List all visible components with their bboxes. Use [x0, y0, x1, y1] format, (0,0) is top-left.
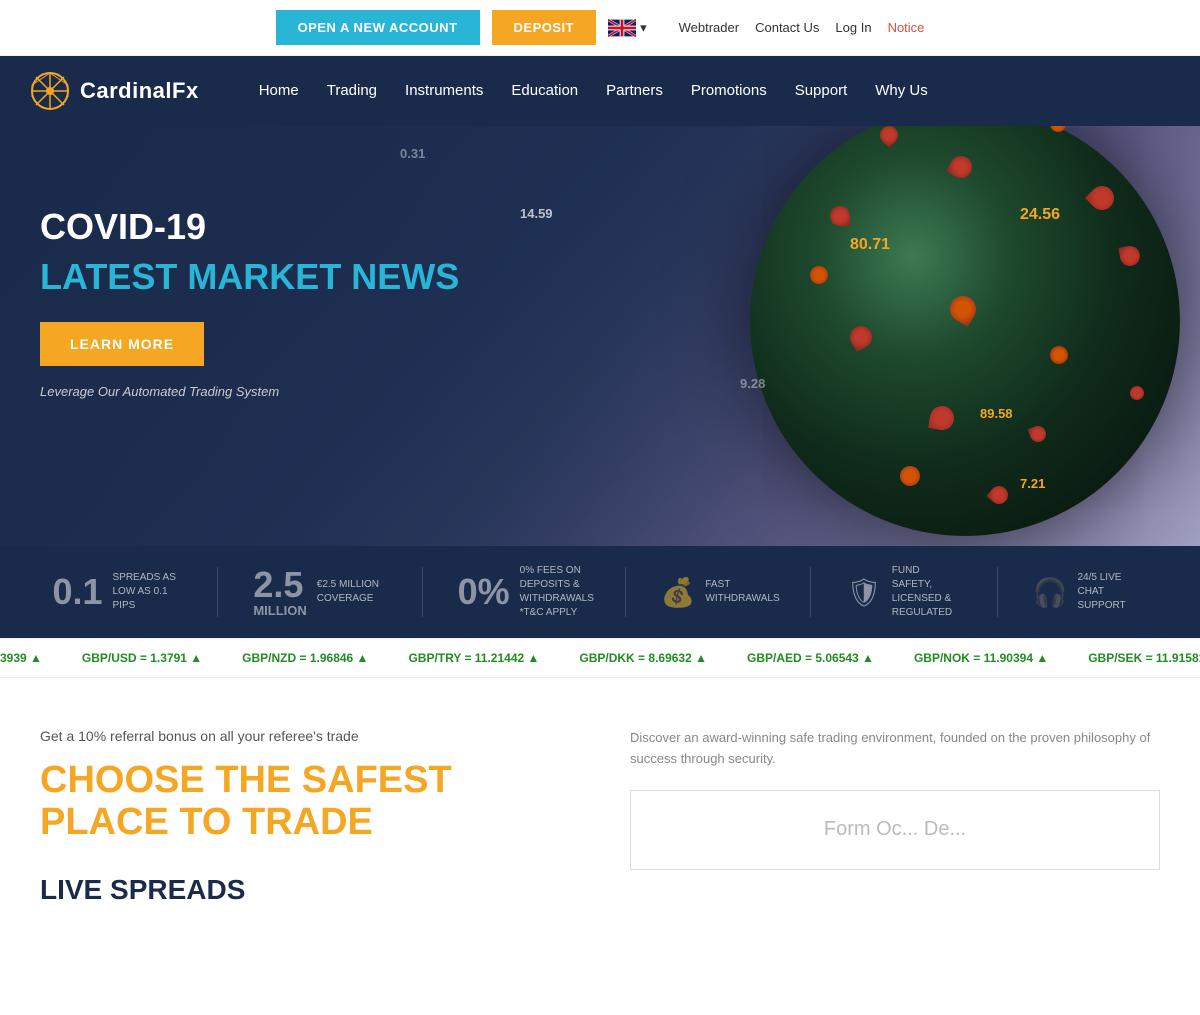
float-num-3: 80.71 — [850, 236, 890, 254]
dropdown-arrow: ▾ — [640, 20, 647, 36]
stat-divider-3 — [625, 567, 626, 617]
hero-globe-container — [620, 126, 1200, 546]
globe-sphere — [750, 126, 1180, 536]
stat-number-spreads: 0.1 — [52, 574, 102, 610]
float-num-4: 24.56 — [1020, 206, 1060, 224]
form-placeholder-text: Form Oc... De... — [824, 818, 966, 841]
stat-number-fees: 0% — [458, 574, 510, 610]
notice-link[interactable]: Notice — [888, 20, 925, 35]
spike — [945, 291, 981, 327]
logo[interactable]: CardinalFx — [30, 71, 199, 111]
form-placeholder: Form Oc... De... — [630, 790, 1160, 870]
spike — [807, 263, 830, 286]
fast-withdrawals-icon: 💰 — [661, 576, 696, 609]
shield-icon: 🛡 — [846, 576, 882, 609]
spike — [1028, 424, 1049, 445]
stat-chat: 🎧 24/5 LIVE CHAT SUPPORT — [1033, 571, 1148, 613]
ticker-gbpaed: GBP/AED = 5.06543 ▲ — [747, 651, 874, 665]
stat-spreads: 0.1 SPREADS AS LOW AS 0.1 PIPS — [52, 571, 182, 613]
deposit-button[interactable]: DEPOSIT — [492, 10, 597, 45]
stat-fund-safety: 🛡 FUND SAFETY, LICENSED & REGULATED — [846, 564, 962, 620]
stat-fees: 0% 0% FEES ON DEPOSITS & WITHDRAWALS *T&… — [458, 564, 590, 620]
stat-divider-5 — [997, 567, 998, 617]
spike — [876, 126, 901, 148]
contact-link[interactable]: Contact Us — [755, 20, 819, 35]
spike — [846, 322, 876, 352]
main-left: Get a 10% referral bonus on all your ref… — [40, 728, 570, 906]
navbar: CardinalFx Home Trading Instruments Educ… — [0, 56, 1200, 126]
ticker-gbpusd: GBP/USD = 1.3791 ▲ — [82, 651, 202, 665]
nav-why-us[interactable]: Why Us — [875, 77, 928, 104]
spike — [830, 206, 850, 226]
ticker-gbpnzd: GBP/NZD = 1.96846 ▲ — [242, 651, 368, 665]
ticker: 3939 ▲ GBP/USD = 1.3791 ▲ GBP/NZD = 1.96… — [0, 638, 1200, 678]
nav-trading[interactable]: Trading — [327, 77, 377, 104]
spike — [1047, 126, 1069, 135]
spike — [1118, 244, 1141, 267]
float-num-2: 14.59 — [520, 206, 553, 221]
float-num-5: 9.28 — [740, 376, 765, 391]
ticker-gbptry: GBP/TRY = 11.21442 ▲ — [408, 651, 539, 665]
choose-title-line1: CHOOSE THE SAFEST — [40, 760, 570, 802]
live-spreads-title: LIVE SPREADS — [40, 874, 570, 906]
ticker-gbpnok: GBP/NOK = 11.90394 ▲ — [914, 651, 1048, 665]
float-num-1: 0.31 — [400, 146, 425, 161]
stat-text-withdrawals: FAST WITHDRAWALS — [705, 578, 775, 606]
discover-text: Discover an award-winning safe trading e… — [630, 728, 1160, 770]
nav-links: Home Trading Instruments Education Partn… — [259, 82, 928, 100]
stat-divider-4 — [810, 567, 811, 617]
headset-icon: 🎧 — [1033, 576, 1068, 609]
referral-text: Get a 10% referral bonus on all your ref… — [40, 728, 570, 744]
spike — [1085, 181, 1119, 215]
ticker-prefix: 3939 ▲ — [0, 651, 42, 665]
main-content: Get a 10% referral bonus on all your ref… — [0, 678, 1200, 936]
stat-text-fund-safety: FUND SAFETY, LICENSED & REGULATED — [892, 564, 962, 620]
stat-text-million: €2.5 MILLION COVERAGE — [317, 578, 387, 606]
learn-more-button[interactable]: LEARN MORE — [40, 322, 204, 366]
open-account-button[interactable]: OPEN A NEW ACCOUNT — [276, 10, 480, 45]
ticker-inner: 3939 ▲ GBP/USD = 1.3791 ▲ GBP/NZD = 1.96… — [0, 651, 1200, 665]
stat-text-chat: 24/5 LIVE CHAT SUPPORT — [1077, 571, 1147, 613]
nav-partners[interactable]: Partners — [606, 77, 663, 104]
choose-title-line2: PLACE TO TRADE — [40, 802, 570, 844]
stat-text-fees: 0% FEES ON DEPOSITS & WITHDRAWALS *T&C A… — [520, 564, 590, 620]
logo-icon — [30, 71, 70, 111]
top-bar: OPEN A NEW ACCOUNT DEPOSIT ▾ Webtrader C… — [0, 0, 1200, 56]
choose-title: CHOOSE THE SAFEST PLACE TO TRADE — [40, 760, 570, 844]
float-num-7: 7.21 — [1020, 476, 1045, 491]
nav-education[interactable]: Education — [511, 77, 578, 104]
logo-text: CardinalFx — [80, 78, 199, 104]
stats-bar: 0.1 SPREADS AS LOW AS 0.1 PIPS 2.5 MILLI… — [0, 546, 1200, 638]
stat-number-million: 2.5 MILLION — [253, 567, 306, 618]
hero-content: COVID-19 LATEST MARKET NEWS LEARN MORE L… — [40, 206, 459, 399]
nav-home[interactable]: Home — [259, 77, 299, 104]
stat-divider-1 — [217, 567, 218, 617]
ticker-gbpsek: GBP/SEK = 11.91581 ▲ — [1088, 651, 1200, 665]
stat-withdrawals: 💰 FAST WITHDRAWALS — [661, 576, 776, 609]
uk-flag-icon — [608, 19, 636, 37]
hero-title-bottom: LATEST MARKET NEWS — [40, 256, 459, 298]
float-num-6: 89.58 — [980, 406, 1013, 421]
spike — [1046, 342, 1071, 367]
nav-support[interactable]: Support — [795, 77, 848, 104]
language-selector[interactable]: ▾ — [608, 19, 647, 37]
spike — [1128, 384, 1145, 401]
nav-promotions[interactable]: Promotions — [691, 77, 767, 104]
ticker-gbpdkk: GBP/DKK = 8.69632 ▲ — [579, 651, 707, 665]
hero-title-top: COVID-19 — [40, 206, 459, 248]
main-right: Discover an award-winning safe trading e… — [630, 728, 1160, 906]
stat-text-spreads: SPREADS AS LOW AS 0.1 PIPS — [113, 571, 183, 613]
spike — [928, 404, 956, 432]
stat-divider-2 — [422, 567, 423, 617]
spike — [946, 152, 976, 182]
top-bar-links: Webtrader Contact Us Log In Notice — [679, 20, 925, 35]
nav-instruments[interactable]: Instruments — [405, 77, 483, 104]
webtrader-link[interactable]: Webtrader — [679, 20, 739, 35]
hero-subtitle: Leverage Our Automated Trading System — [40, 384, 459, 399]
hero-section: 0.31 14.59 80.71 24.56 9.28 89.58 7.21 C… — [0, 126, 1200, 546]
spike — [986, 482, 1011, 507]
spike — [897, 463, 923, 489]
login-link[interactable]: Log In — [835, 20, 871, 35]
stat-million: 2.5 MILLION €2.5 MILLION COVERAGE — [253, 567, 386, 618]
